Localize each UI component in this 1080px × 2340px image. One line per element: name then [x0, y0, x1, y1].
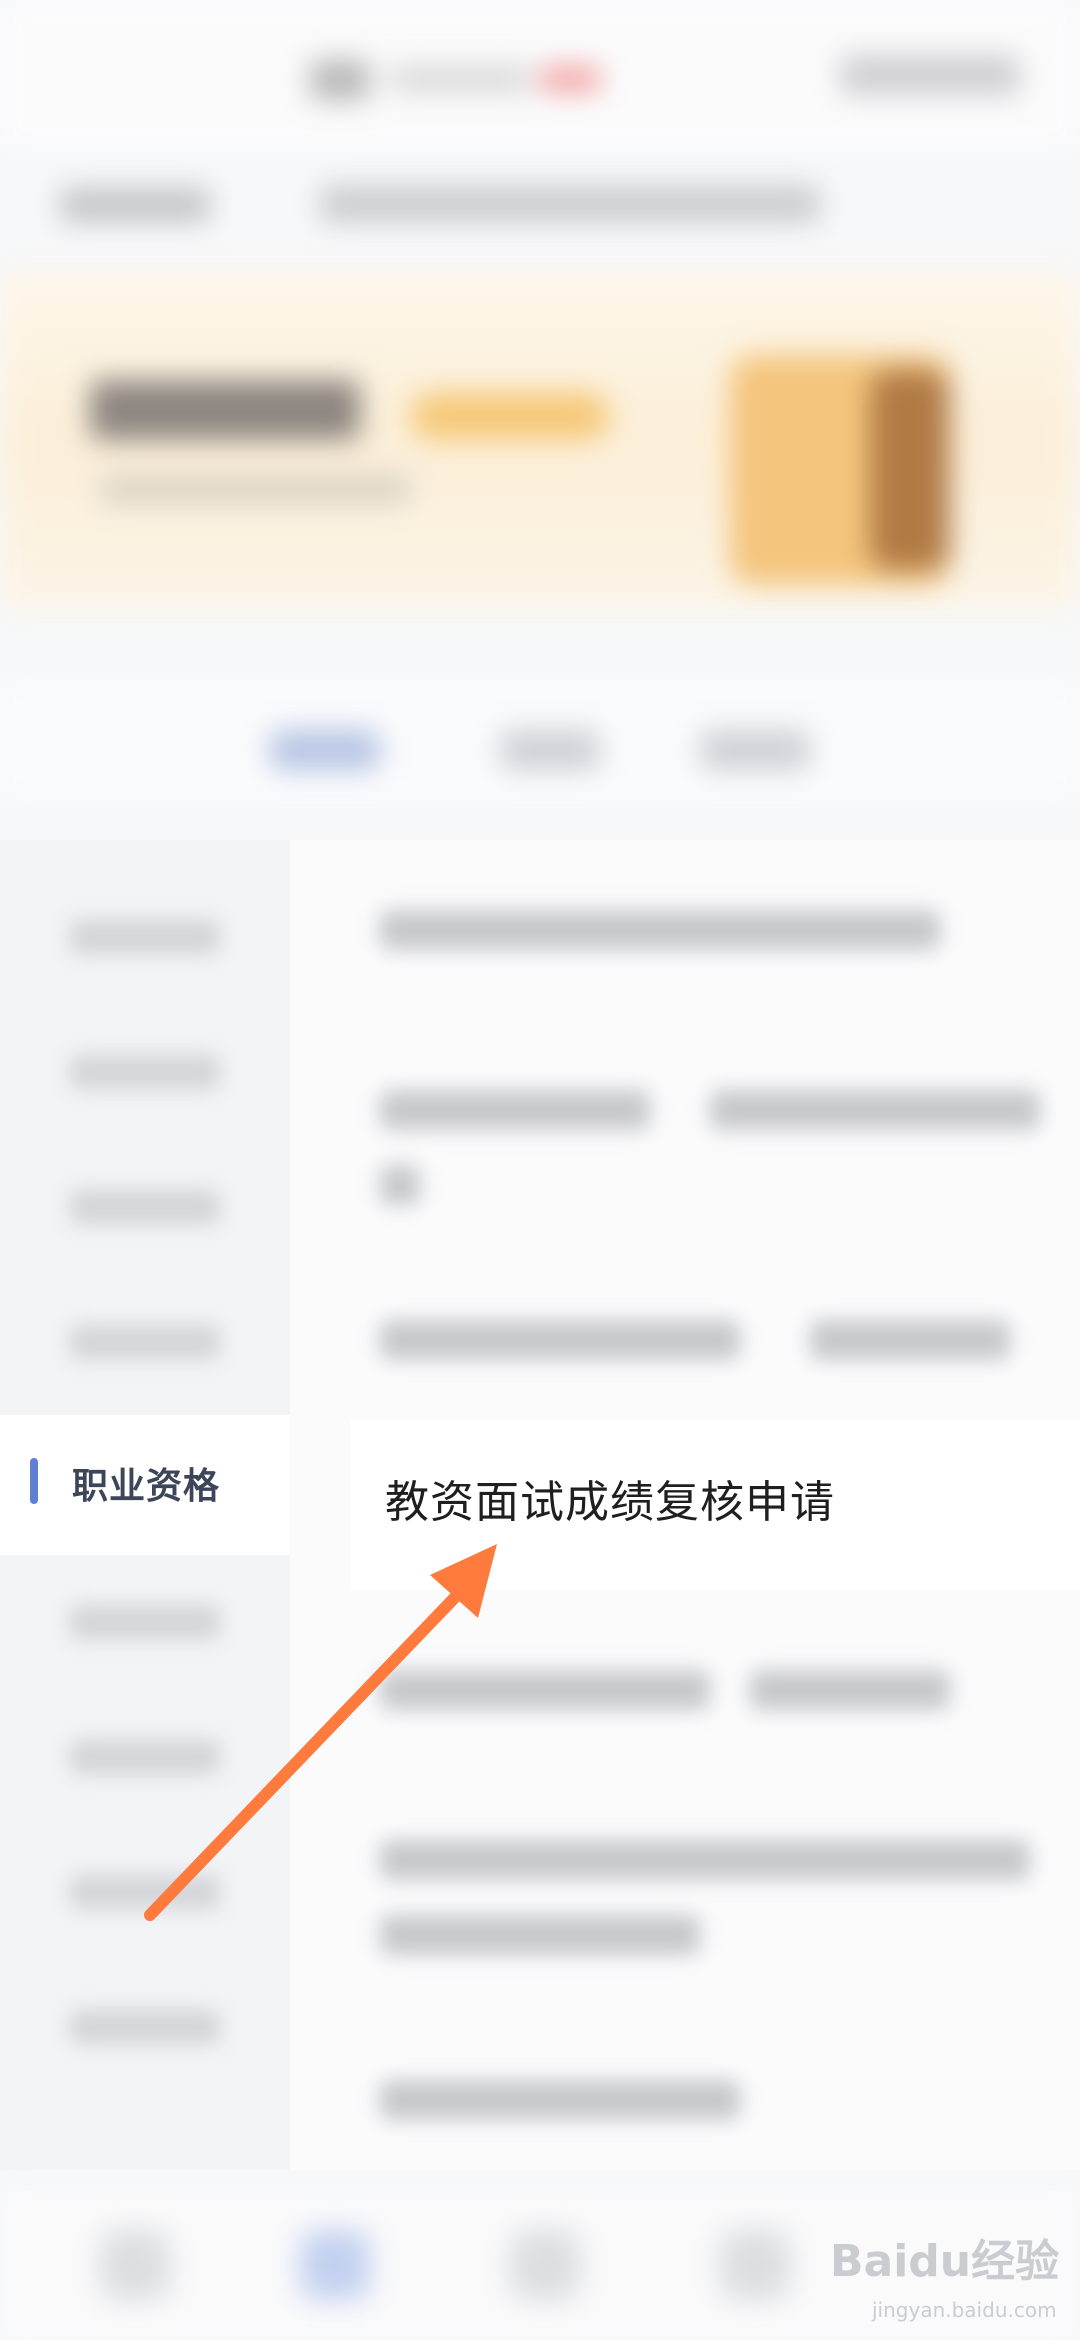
tab-3[interactable]	[700, 730, 810, 770]
list-item[interactable]	[380, 1165, 420, 1205]
top-right-action[interactable]	[840, 55, 1020, 95]
side-nav-item[interactable]	[70, 1875, 220, 1909]
side-nav-item-active[interactable]: 职业资格	[0, 1415, 290, 1555]
side-nav-item[interactable]	[70, 2010, 220, 2044]
highlighted-list-item[interactable]: 教资面试成绩复核申请	[350, 1420, 1080, 1590]
side-nav-item[interactable]	[70, 1325, 220, 1359]
side-nav-item[interactable]	[70, 1605, 220, 1639]
back-link[interactable]	[60, 188, 210, 222]
search-input[interactable]	[320, 186, 820, 222]
promo-banner[interactable]	[0, 270, 1080, 610]
side-nav-item[interactable]	[70, 1740, 220, 1774]
banner-button[interactable]	[410, 392, 610, 440]
banner-figure	[870, 370, 950, 570]
list-item[interactable]	[710, 1090, 1040, 1130]
list-item[interactable]	[380, 2080, 740, 2120]
bottom-nav-category-icon[interactable]	[300, 2230, 370, 2300]
breadcrumb	[0, 160, 1080, 240]
side-nav-item[interactable]	[70, 920, 220, 954]
list-item[interactable]	[380, 1090, 650, 1130]
active-indicator	[30, 1458, 38, 1504]
app-logo	[310, 52, 610, 102]
list-item[interactable]	[380, 910, 940, 950]
side-nav-item[interactable]	[70, 1055, 220, 1089]
bottom-nav-message-icon[interactable]	[510, 2230, 580, 2300]
list-item[interactable]	[380, 1915, 700, 1955]
watermark-url: jingyan.baidu.com	[872, 2298, 1057, 2322]
list-item[interactable]	[380, 1670, 710, 1710]
list-item[interactable]	[380, 1840, 1030, 1880]
list-item[interactable]	[750, 1670, 950, 1710]
bottom-nav-home-icon[interactable]	[100, 2230, 170, 2300]
banner-title	[90, 380, 360, 440]
list-item[interactable]	[810, 1320, 1010, 1360]
top-bar	[0, 0, 1080, 150]
list-item-title: 教资面试成绩复核申请	[385, 1477, 835, 1528]
tab-1[interactable]	[270, 730, 380, 770]
bottom-nav-profile-icon[interactable]	[720, 2230, 790, 2300]
list-item[interactable]	[380, 1320, 740, 1360]
category-tabs	[0, 680, 1080, 800]
tab-2[interactable]	[500, 730, 600, 770]
side-nav-item-label: 职业资格	[72, 1466, 221, 1507]
banner-subtitle	[100, 475, 410, 503]
side-nav-item[interactable]	[70, 1190, 220, 1224]
watermark-logo: Baidu经验	[830, 2236, 1060, 2287]
